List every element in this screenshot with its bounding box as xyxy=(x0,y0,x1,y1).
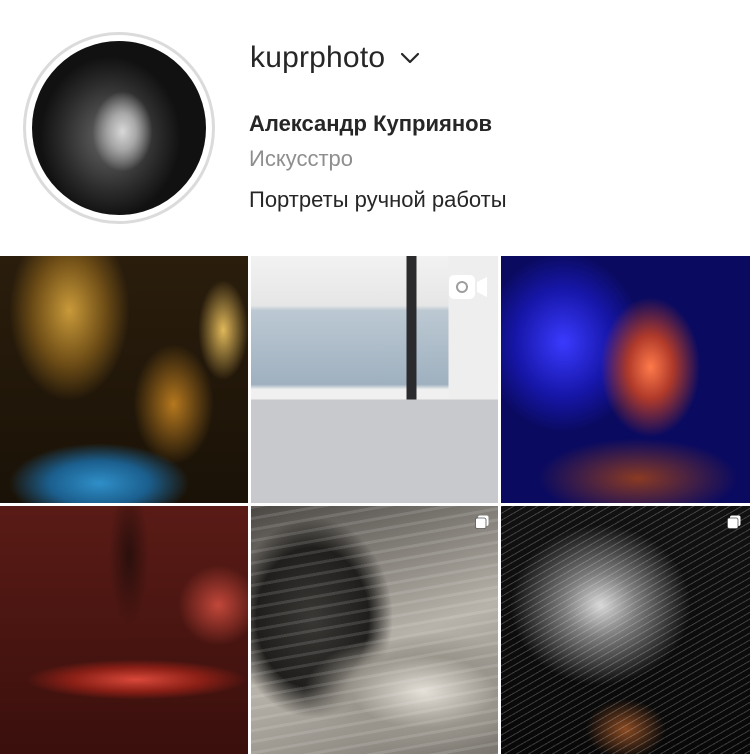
username-switcher[interactable]: kuprphoto xyxy=(250,38,421,78)
post-thumbnail[interactable] xyxy=(251,256,498,503)
post-thumbnail[interactable] xyxy=(0,256,248,503)
profile-bio: Портреты ручной работы xyxy=(249,187,507,212)
multiple-posts-icon xyxy=(475,515,489,529)
username[interactable]: kuprphoto xyxy=(250,41,385,75)
profile-category: Искусстро xyxy=(249,146,353,171)
post-thumbnail[interactable] xyxy=(0,506,248,754)
profile-header: kuprphoto Александр Куприянов Искусстро … xyxy=(0,0,750,255)
posts-grid xyxy=(0,256,750,754)
multiple-posts-icon xyxy=(727,515,741,529)
full-name: Александр Куприянов xyxy=(249,111,493,136)
post-thumbnail[interactable] xyxy=(501,506,750,754)
avatar[interactable] xyxy=(32,41,206,215)
video-camera-icon xyxy=(449,275,487,299)
chevron-down-icon[interactable] xyxy=(399,47,421,69)
post-thumbnail[interactable] xyxy=(251,506,498,754)
post-thumbnail[interactable] xyxy=(501,256,750,503)
